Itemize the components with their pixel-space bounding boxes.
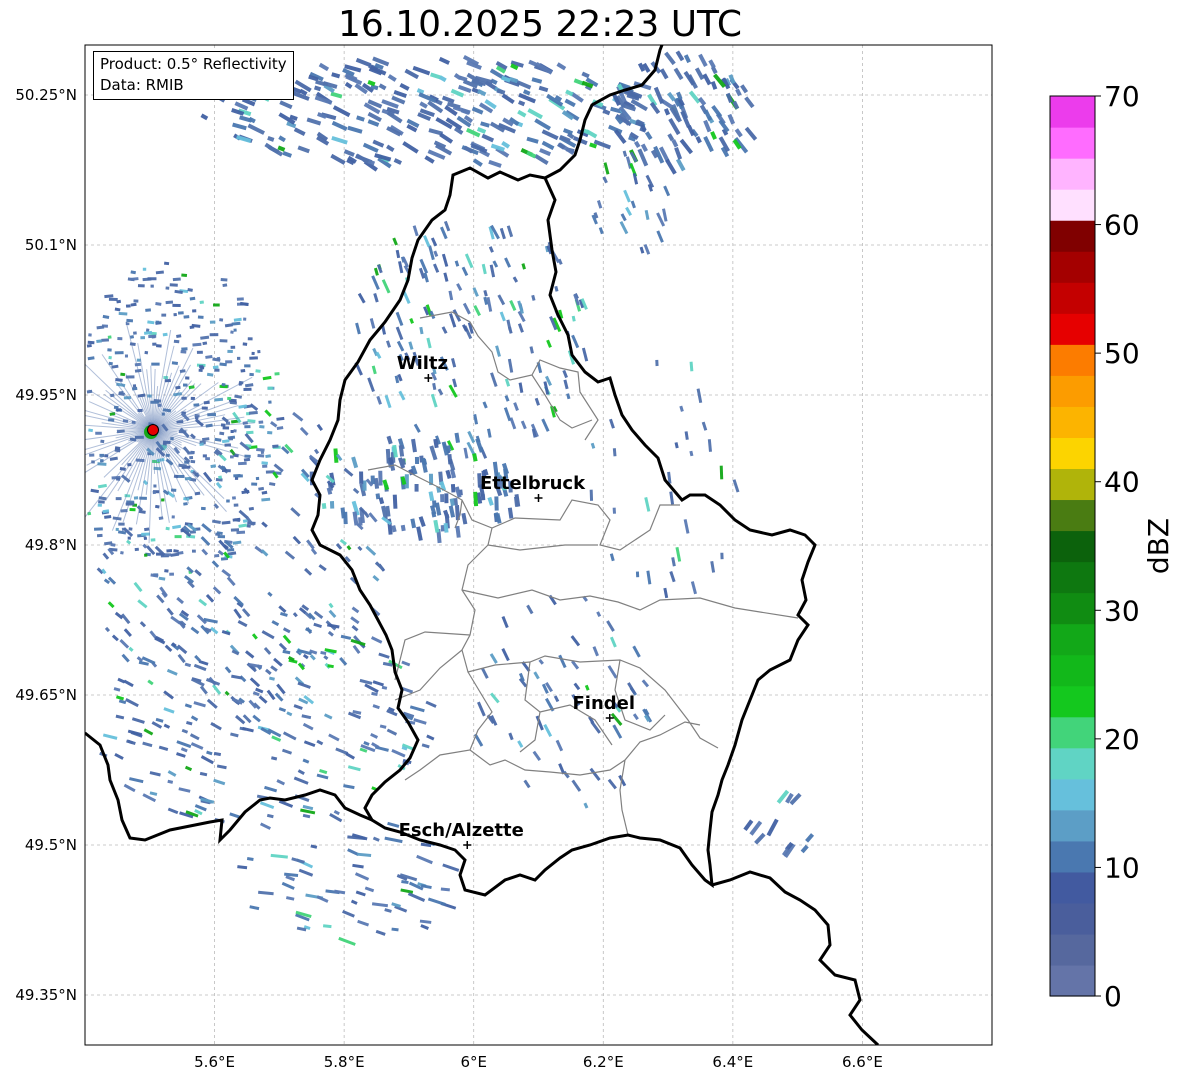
colorbar-segment	[1050, 313, 1095, 345]
lat-tick-label: 49.65°N	[15, 686, 77, 704]
colorbar-tick-label: 0	[1104, 980, 1122, 1013]
colorbar-tick-label: 30	[1104, 594, 1140, 627]
colorbar-segment	[1050, 654, 1095, 687]
colorbar-segment	[1050, 840, 1095, 873]
lon-tick-label: 6.6°E	[842, 1053, 883, 1071]
colorbar-segment	[1050, 902, 1095, 935]
colorbar-segment	[1050, 251, 1095, 283]
colorbar-tick-label: 20	[1104, 723, 1140, 756]
colorbar-tick-label: 10	[1104, 851, 1140, 884]
colorbar-segment	[1050, 127, 1095, 159]
colorbar-tick-label: 70	[1104, 80, 1140, 113]
colorbar-segment	[1050, 375, 1095, 407]
colorbar-segment	[1050, 747, 1095, 780]
lon-tick-label: 6.4°E	[712, 1053, 753, 1071]
colorbar: 0 10 20 30 40 50 60 70 dBZ	[1049, 80, 1175, 1013]
colorbar-segment	[1050, 499, 1095, 532]
lon-tick-label: 5.8°E	[324, 1053, 365, 1071]
colorbar-segment	[1050, 778, 1095, 811]
city-label: Esch/Alzette	[399, 820, 524, 841]
lat-tick-label: 49.35°N	[15, 986, 77, 1004]
colorbar-segment	[1050, 282, 1095, 314]
colorbar-segment	[1050, 189, 1095, 221]
colorbar-tick-label: 60	[1104, 209, 1140, 242]
product-info-box: Product: 0.5° Reflectivity Data: RMIB	[93, 51, 294, 100]
city-label: Wiltz	[397, 353, 448, 374]
colorbar-segment	[1050, 96, 1095, 128]
city-label: Findel	[572, 693, 635, 714]
map-plot-area[interactable]: Wiltz Ettelbruck Findel Esch/Alzette	[46, 45, 992, 1045]
colorbar-segment	[1050, 592, 1095, 625]
colorbar-segment	[1050, 530, 1095, 563]
colorbar-tick-label: 40	[1104, 466, 1140, 499]
colorbar-segment	[1050, 685, 1095, 718]
colorbar-label: dBZ	[1142, 518, 1175, 574]
lat-tick-label: 50.1°N	[25, 236, 77, 254]
data-source-label: Data: RMIB	[100, 76, 184, 94]
lat-tick-label: 50.25°N	[15, 86, 77, 104]
lat-tick-label: 49.8°N	[25, 536, 77, 554]
product-label: Product: 0.5° Reflectivity	[100, 55, 287, 73]
radar-figure: Wiltz Ettelbruck Findel Esch/Alzette 5.6°E 5…	[15, 44, 1175, 1071]
colorbar-tick-label: 50	[1104, 337, 1140, 370]
colorbar-segment	[1050, 468, 1095, 501]
lon-tick-label: 5.6°E	[194, 1053, 235, 1071]
colorbar-segment	[1050, 437, 1095, 470]
colorbar-segment	[1050, 933, 1095, 966]
colorbar-segment	[1050, 561, 1095, 594]
lon-tick-label: 6.2°E	[583, 1053, 624, 1071]
colorbar-segment	[1050, 406, 1095, 438]
colorbar-segment	[1050, 964, 1095, 997]
colorbar-segment	[1050, 344, 1095, 376]
lon-tick-label: 6°E	[460, 1053, 487, 1071]
city-label: Ettelbruck	[480, 473, 586, 494]
lat-tick-label: 49.95°N	[15, 386, 77, 404]
colorbar-segment	[1050, 220, 1095, 252]
colorbar-segment	[1050, 809, 1095, 842]
colorbar-segment	[1050, 158, 1095, 190]
colorbar-segment	[1050, 871, 1095, 904]
radar-site-icon[interactable]	[147, 424, 160, 436]
colorbar-segment	[1050, 716, 1095, 749]
colorbar-segment	[1050, 623, 1095, 656]
lat-tick-label: 49.5°N	[25, 836, 77, 854]
